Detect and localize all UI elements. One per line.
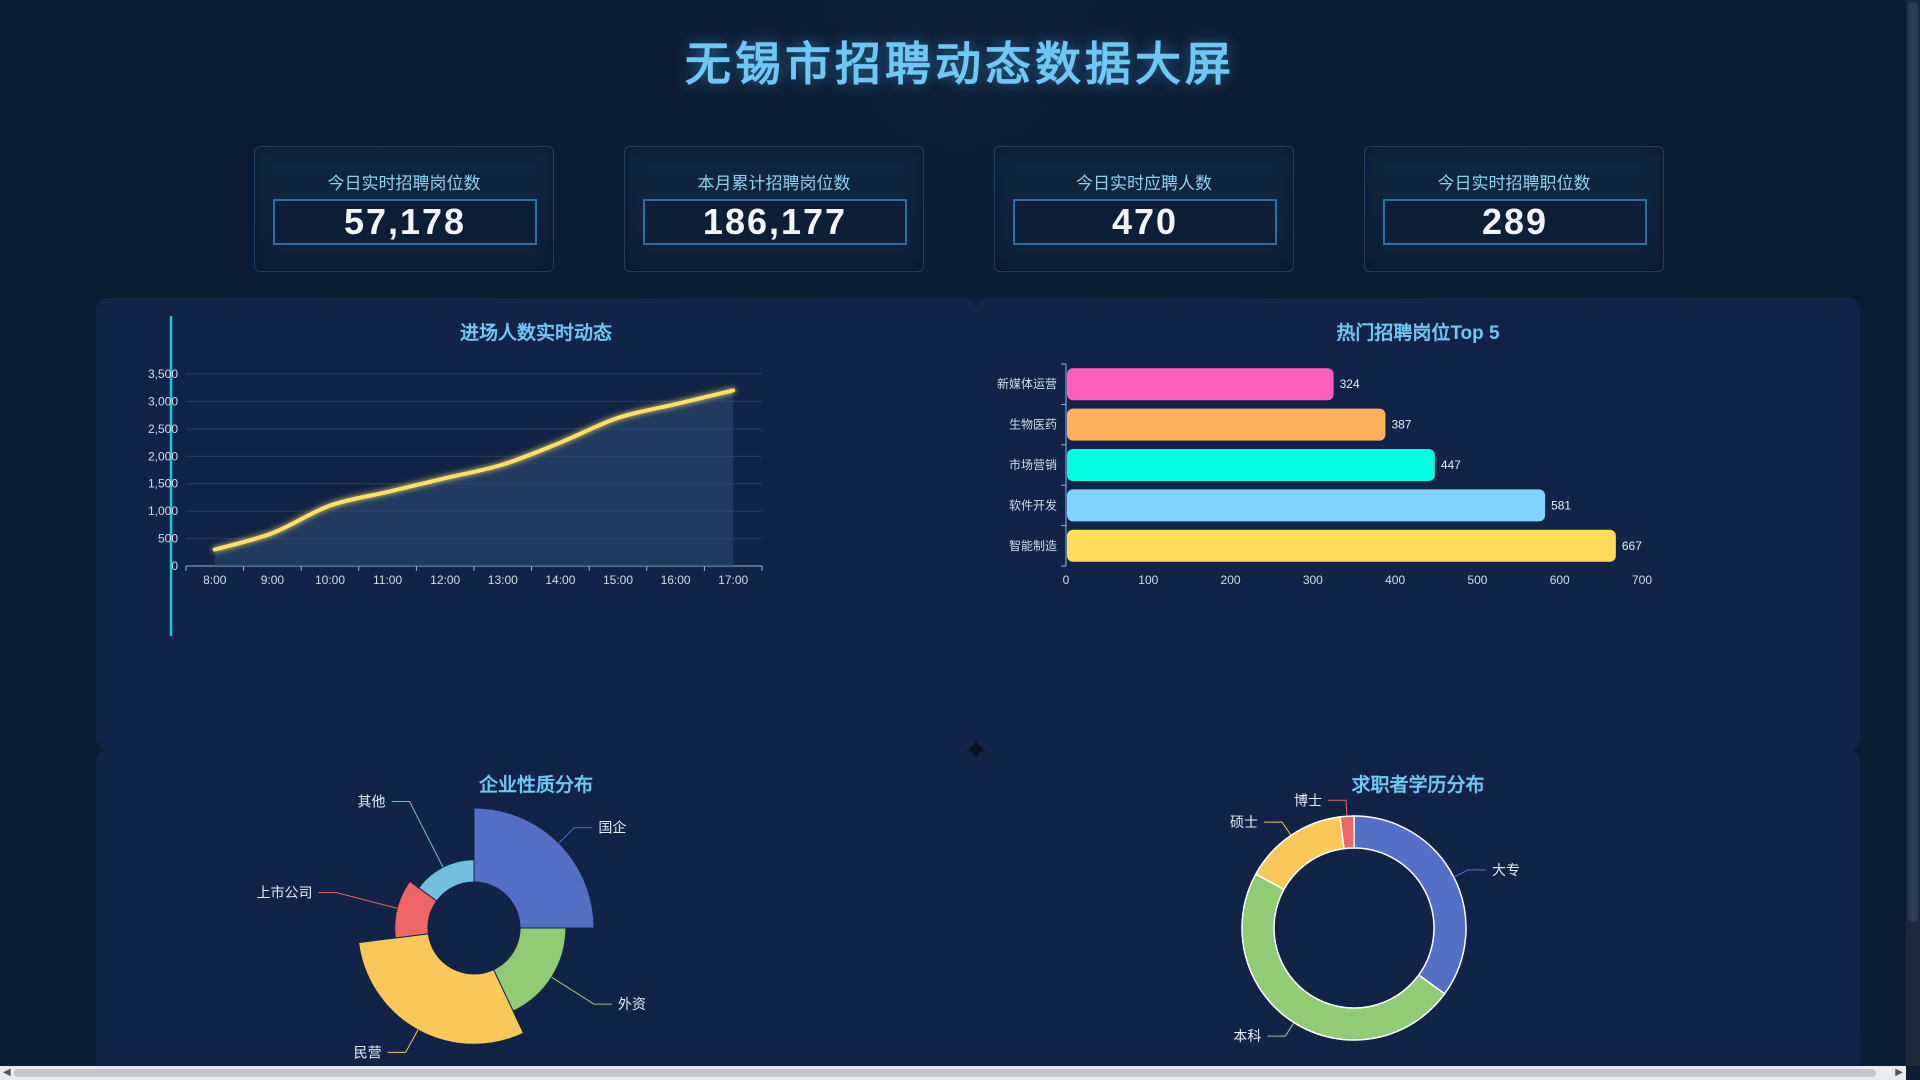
- stat-value: 470: [1111, 201, 1179, 242]
- stat-value-box: 289: [1383, 199, 1647, 245]
- bar: [1067, 529, 1616, 562]
- company-nature-chart: 国企外资民营 上市公司 其他: [256, 793, 646, 1060]
- x-tick-label: 500: [1467, 573, 1487, 587]
- x-tick-label: 300: [1303, 573, 1323, 587]
- y-tick-label: 1,500: [148, 477, 178, 491]
- label-leader-line: [1267, 1022, 1295, 1037]
- label-leader-line: [551, 976, 612, 1005]
- slice-label: 硕士: [1230, 814, 1258, 830]
- scroll-right-arrow-icon[interactable]: ▶: [1895, 1066, 1903, 1080]
- x-tick-label: 14:00: [545, 573, 575, 587]
- y-tick-label: 3,500: [148, 367, 178, 381]
- slice-label: 其他: [358, 793, 386, 809]
- vertical-scrollbar[interactable]: [1906, 0, 1920, 1066]
- stat-label: 今日实时招聘职位数: [1437, 174, 1591, 194]
- education-panel: 求职者学历分布 大专 本科 硕士 博士: [976, 750, 1860, 1080]
- entry-trend-chart: 0 500 1,000 1,500 2,000 2,500 3,000 3,500 8:00 9:…: [148, 316, 763, 636]
- horizontal-scrollbar[interactable]: ◀ ▶: [0, 1066, 1906, 1080]
- label-leader-line: [558, 827, 593, 844]
- x-tick-label: 17:00: [718, 573, 748, 587]
- y-tick-label: 新媒体运营: [997, 376, 1057, 391]
- stat-card-applicants: 今日实时应聘人数 470: [994, 146, 1294, 272]
- stat-label: 本月累计招聘岗位数: [697, 174, 851, 194]
- company-nature-panel: 企业性质分布 国企 外资 民营 上市公司 其他: [96, 750, 976, 1080]
- y-tick-label: 0: [171, 559, 178, 573]
- top5-jobs-panel: 热门招聘岗位Top 5 新媒体运营 324 生物医药 387 市场营销 447 软件开发 58…: [976, 298, 1860, 750]
- bar: [1067, 489, 1546, 522]
- label-leader-line: [1327, 799, 1348, 817]
- bar-value-label: 324: [1340, 377, 1360, 391]
- x-tick-label: 15:00: [603, 573, 633, 587]
- slice-label: 上市公司: [256, 885, 312, 901]
- y-tick-label: 2,000: [148, 449, 178, 463]
- x-tick-label: 12:00: [430, 573, 460, 587]
- y-tick-label: 智能制造: [1009, 538, 1057, 553]
- slice-label: 博士: [1294, 792, 1322, 808]
- scroll-left-arrow-icon[interactable]: ◀: [3, 1066, 11, 1080]
- x-tick-label: 10:00: [315, 573, 345, 587]
- label-leader-line: [387, 1029, 419, 1053]
- x-tick-label: 0: [1063, 573, 1070, 587]
- bar-value-label: 447: [1441, 458, 1461, 472]
- bar-value-label: 667: [1622, 539, 1642, 553]
- x-tick-label: 700: [1632, 573, 1652, 587]
- label-leader-line: [391, 800, 444, 868]
- entry-trend-panel: 进场人数实时动态 0 500 1,000 1,500 2,000 2,500 3,000 3,…: [96, 298, 976, 750]
- y-tick-label: 2,500: [148, 422, 178, 436]
- vertical-scrollbar-thumb[interactable]: [1908, 2, 1918, 922]
- slice-label: 外资: [618, 996, 646, 1012]
- y-tick-label: 生物医药: [1009, 418, 1057, 432]
- label-leader-line: [318, 892, 398, 909]
- x-tick-label: 400: [1385, 573, 1405, 587]
- bar: [1067, 368, 1334, 401]
- stat-card-today-jobs: 今日实时招聘岗位数 57,178: [254, 146, 554, 272]
- x-tick-label: 11:00: [373, 573, 402, 587]
- bar-value-label: 581: [1551, 498, 1571, 512]
- slice-label: 大专: [1492, 862, 1520, 878]
- stat-value: 57,178: [343, 201, 467, 242]
- x-tick-label: 100: [1138, 573, 1158, 587]
- slice-label: 本科: [1233, 1028, 1261, 1044]
- page-title: 无锡市招聘动态数据大屏: [685, 37, 1235, 91]
- entry-area-fill: [214, 390, 734, 566]
- donut-slice: [1241, 873, 1446, 1041]
- stat-value: 289: [1481, 201, 1549, 242]
- y-tick-label: 软件开发: [1009, 497, 1057, 512]
- education-chart: 大专本科 硕士 博士: [1230, 792, 1520, 1044]
- rose-slice: [358, 933, 525, 1045]
- slice-label: 国企: [598, 820, 626, 836]
- donut-slice: [1254, 816, 1345, 891]
- stat-value-box: 470: [1013, 199, 1277, 245]
- stat-label: 今日实时招聘岗位数: [327, 174, 481, 194]
- x-tick-label: 13:00: [488, 573, 518, 587]
- x-tick-label: 16:00: [661, 573, 691, 587]
- stat-card-month-jobs: 本月累计招聘岗位数 186,177: [624, 146, 924, 272]
- bar: [1067, 449, 1435, 481]
- stat-card-positions: 今日实时招聘职位数 289: [1364, 146, 1664, 272]
- stat-value-box: 186,177: [643, 199, 907, 245]
- label-leader-line: [1453, 869, 1487, 878]
- x-tick-label: 9:00: [261, 573, 285, 587]
- donut-slice: [1353, 815, 1467, 995]
- rose-slice: [473, 807, 595, 929]
- x-tick-label: 600: [1550, 573, 1570, 587]
- stat-value: 186,177: [702, 201, 848, 242]
- x-tick-label: 8:00: [203, 573, 227, 587]
- y-tick-label: 500: [158, 532, 178, 546]
- y-tick-label: 市场营销: [1009, 457, 1057, 472]
- x-tick-label: 200: [1221, 573, 1241, 587]
- label-leader-line: [1264, 821, 1292, 836]
- stat-value-box: 57,178: [273, 199, 537, 245]
- stat-label: 今日实时应聘人数: [1076, 174, 1212, 194]
- top5-jobs-chart: 新媒体运营 324 生物医药 387 市场营销 447 软件开发 581 智能制造 667 0 100…: [997, 363, 1652, 587]
- bar-value-label: 387: [1391, 418, 1411, 432]
- slice-label: 民营: [354, 1044, 382, 1060]
- y-tick-label: 1,000: [148, 504, 178, 518]
- bar: [1067, 408, 1386, 441]
- horizontal-scrollbar-thumb[interactable]: [14, 1069, 1876, 1077]
- y-tick-label: 3,000: [148, 394, 178, 408]
